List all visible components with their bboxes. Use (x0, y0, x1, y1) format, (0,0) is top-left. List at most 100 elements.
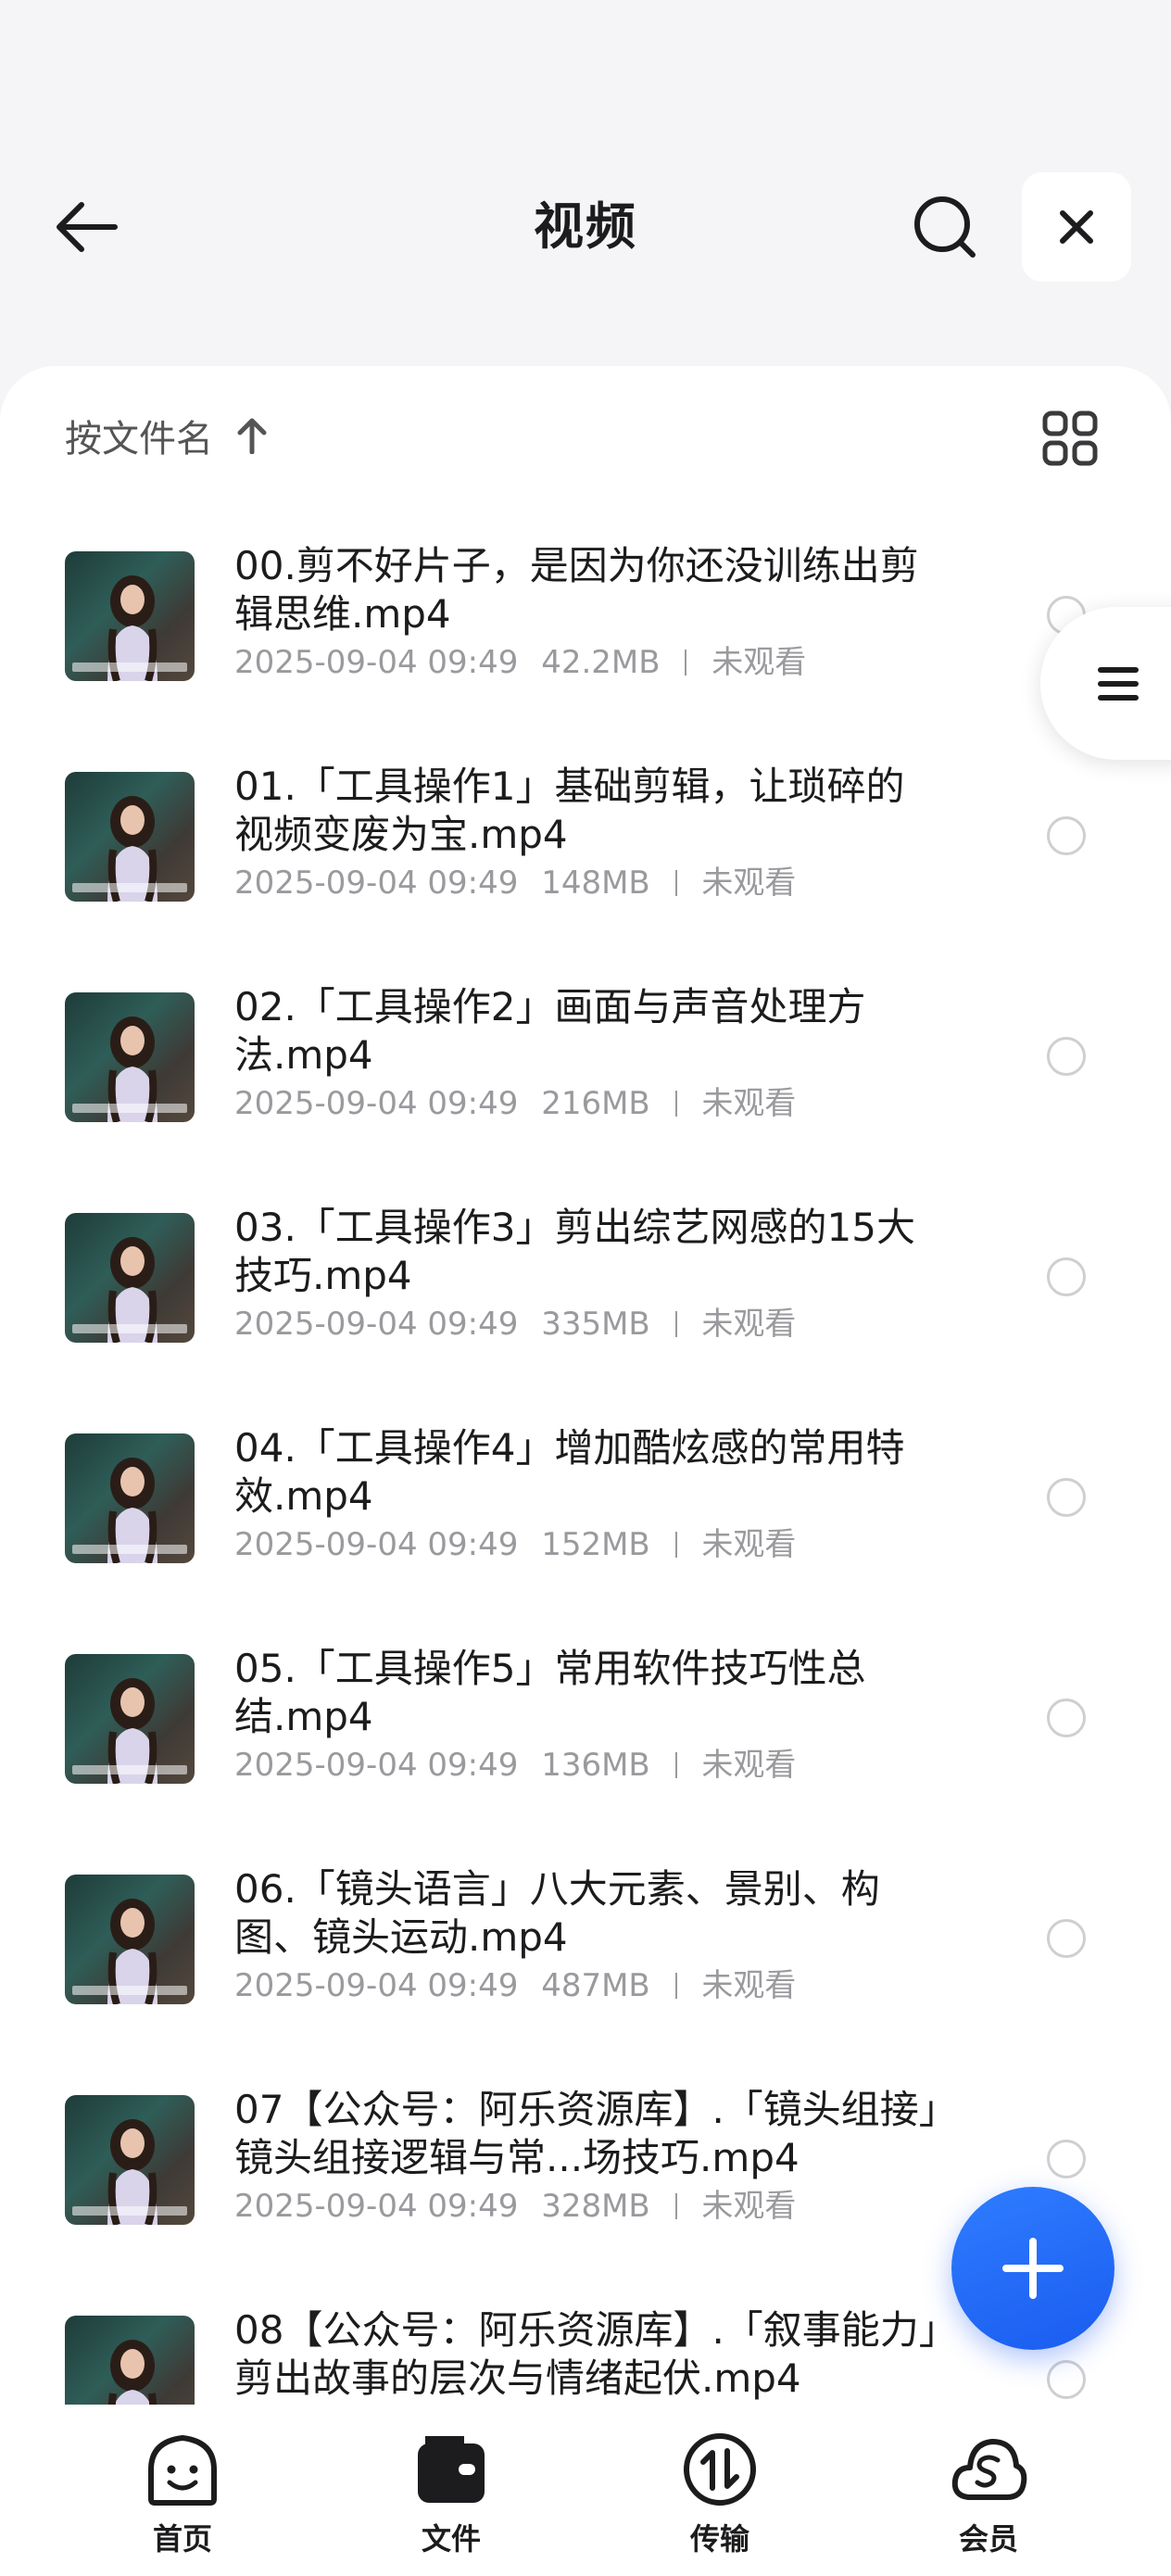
video-thumbnail (65, 1433, 195, 1563)
file-meta: 2025-09-04 09:49 335MB 未观看 (234, 1304, 938, 1345)
file-row[interactable]: 03.「工具操作3」剪出综艺网感的15大技巧.mp4 2025-09-04 09… (0, 1204, 1171, 1424)
tab-member-label: 会员 (958, 2521, 1018, 2557)
plus-icon (1002, 2238, 1064, 2299)
watch-status: 未观看 (711, 644, 807, 681)
select-radio[interactable] (1047, 1698, 1086, 1737)
search-icon (914, 196, 976, 258)
meta-divider (674, 1973, 677, 1999)
select-radio[interactable] (1047, 1478, 1086, 1517)
add-button[interactable] (951, 2187, 1114, 2350)
thumbnail-caption (72, 1986, 187, 1995)
file-date: 2025-09-04 09:49 (234, 2188, 519, 2225)
file-row[interactable]: 04.「工具操作4」增加酷炫感的常用特效.mp4 2025-09-04 09:4… (0, 1424, 1171, 1645)
grid-view-button[interactable] (1042, 410, 1098, 466)
select-radio[interactable] (1047, 2360, 1086, 2399)
meta-divider (674, 870, 677, 896)
file-date: 2025-09-04 09:49 (234, 1967, 519, 2004)
wallet-folder-icon (418, 2436, 485, 2503)
watch-status: 未观看 (701, 865, 797, 902)
close-icon (1060, 210, 1093, 244)
file-name: 04.「工具操作4」增加酷炫感的常用特效.mp4 (234, 1425, 905, 1519)
smile-face-icon (148, 2435, 217, 2506)
meta-divider (674, 1532, 677, 1558)
meta-divider (685, 650, 687, 676)
tab-files-label: 文件 (421, 2521, 481, 2557)
thumbnail-caption (72, 883, 187, 892)
file-name: 01.「工具操作1」基础剪辑，让琐碎的视频变废为宝.mp4 (234, 764, 905, 857)
watch-status: 未观看 (701, 1747, 797, 1784)
cloud-s-icon (951, 2439, 1027, 2500)
file-size: 328MB (541, 2188, 650, 2225)
thumbnail-caption (72, 1104, 187, 1113)
select-radio[interactable] (1047, 816, 1086, 855)
video-thumbnail (65, 772, 195, 902)
file-date: 2025-09-04 09:49 (234, 1306, 519, 1343)
file-meta: 2025-09-04 09:49 487MB 未观看 (234, 1965, 938, 2006)
file-size: 216MB (541, 1085, 650, 1122)
watch-status: 未观看 (701, 1967, 797, 2004)
watch-status: 未观看 (701, 1526, 797, 1563)
file-size: 152MB (541, 1526, 650, 1563)
file-meta: 2025-09-04 09:49 136MB 未观看 (234, 1745, 938, 1786)
grid-view-icon (1042, 410, 1098, 466)
meta-divider (674, 1752, 677, 1778)
file-row[interactable]: 06.「镜头语言」八大元素、景别、构图、镜头运动.mp4 2025-09-04 … (0, 1865, 1171, 2086)
select-radio[interactable] (1047, 1037, 1086, 1076)
file-date: 2025-09-04 09:49 (234, 1747, 519, 1784)
file-list-panel: 按文件名 00.剪不好片子，是因为你还没训练出剪辑思维.mp4 2025-09-… (0, 366, 1171, 2442)
video-thumbnail (65, 2095, 195, 2225)
file-row[interactable]: 02.「工具操作2」画面与声音处理方法.mp4 2025-09-04 09:49… (0, 983, 1171, 1204)
file-size: 42.2MB (541, 644, 661, 681)
thumbnail-caption (72, 1765, 187, 1774)
bottom-tab-bar: 首页 文件 传输 会员 (0, 2405, 1171, 2576)
thumbnail-caption (72, 1324, 187, 1333)
video-thumbnail (65, 1875, 195, 2004)
file-size: 487MB (541, 1967, 650, 2004)
file-name: 00.剪不好片子，是因为你还没训练出剪辑思维.mp4 (234, 543, 919, 637)
video-thumbnail (65, 1654, 195, 1784)
tab-home[interactable]: 首页 (48, 2405, 317, 2576)
file-date: 2025-09-04 09:49 (234, 1085, 519, 1122)
file-meta: 2025-09-04 09:49 148MB 未观看 (234, 863, 938, 903)
tab-home-label: 首页 (152, 2521, 212, 2557)
file-meta: 2025-09-04 09:49 152MB 未观看 (234, 1524, 938, 1565)
top-bar: 视频 (0, 0, 1171, 371)
select-radio[interactable] (1047, 2140, 1086, 2178)
file-row[interactable]: 01.「工具操作1」基础剪辑，让琐碎的视频变废为宝.mp4 2025-09-04… (0, 763, 1171, 983)
close-button[interactable] (1022, 172, 1131, 282)
tab-files[interactable]: 文件 (317, 2405, 586, 2576)
file-meta: 2025-09-04 09:49 42.2MB 未观看 (234, 642, 938, 683)
watch-status: 未观看 (701, 1085, 797, 1122)
video-thumbnail (65, 1213, 195, 1343)
file-size: 335MB (541, 1306, 650, 1343)
file-row[interactable]: 05.「工具操作5」常用软件技巧性总结.mp4 2025-09-04 09:49… (0, 1645, 1171, 1865)
file-list: 00.剪不好片子，是因为你还没训练出剪辑思维.mp4 2025-09-04 09… (0, 542, 1171, 2442)
meta-divider (674, 2193, 677, 2219)
file-name: 08【公众号：阿乐资源库】.「叙事能力」剪出故事的层次与情绪起伏.mp4 (234, 2307, 938, 2401)
tab-transfer-label: 传输 (689, 2521, 749, 2557)
select-radio[interactable] (1047, 1257, 1086, 1296)
file-name: 03.「工具操作3」剪出综艺网感的15大技巧.mp4 (234, 1205, 915, 1298)
file-date: 2025-09-04 09:49 (234, 865, 519, 902)
watch-status: 未观看 (701, 2188, 797, 2225)
thumbnail-caption (72, 663, 187, 672)
menu-lines-icon (1098, 666, 1139, 701)
file-size: 148MB (541, 865, 650, 902)
file-name: 02.「工具操作2」画面与声音处理方法.mp4 (234, 984, 866, 1078)
file-name: 05.「工具操作5」常用软件技巧性总结.mp4 (234, 1646, 866, 1739)
file-meta: 2025-09-04 09:49 216MB 未观看 (234, 1083, 938, 1124)
thumbnail-caption (72, 2206, 187, 2216)
select-radio[interactable] (1047, 1919, 1086, 1958)
file-size: 136MB (541, 1747, 650, 1784)
thumbnail-caption (72, 1545, 187, 1554)
transfer-arrows-icon (684, 2433, 756, 2506)
search-button[interactable] (903, 185, 987, 269)
file-row[interactable]: 00.剪不好片子，是因为你还没训练出剪辑思维.mp4 2025-09-04 09… (0, 542, 1171, 763)
video-thumbnail (65, 992, 195, 1122)
tab-transfer[interactable]: 传输 (586, 2405, 854, 2576)
arrow-up-icon (237, 418, 267, 454)
sort-label: 按文件名 (65, 418, 213, 461)
sort-control[interactable]: 按文件名 (65, 412, 269, 461)
tab-member[interactable]: 会员 (854, 2405, 1123, 2576)
file-meta: 2025-09-04 09:49 328MB 未观看 (234, 2186, 938, 2227)
